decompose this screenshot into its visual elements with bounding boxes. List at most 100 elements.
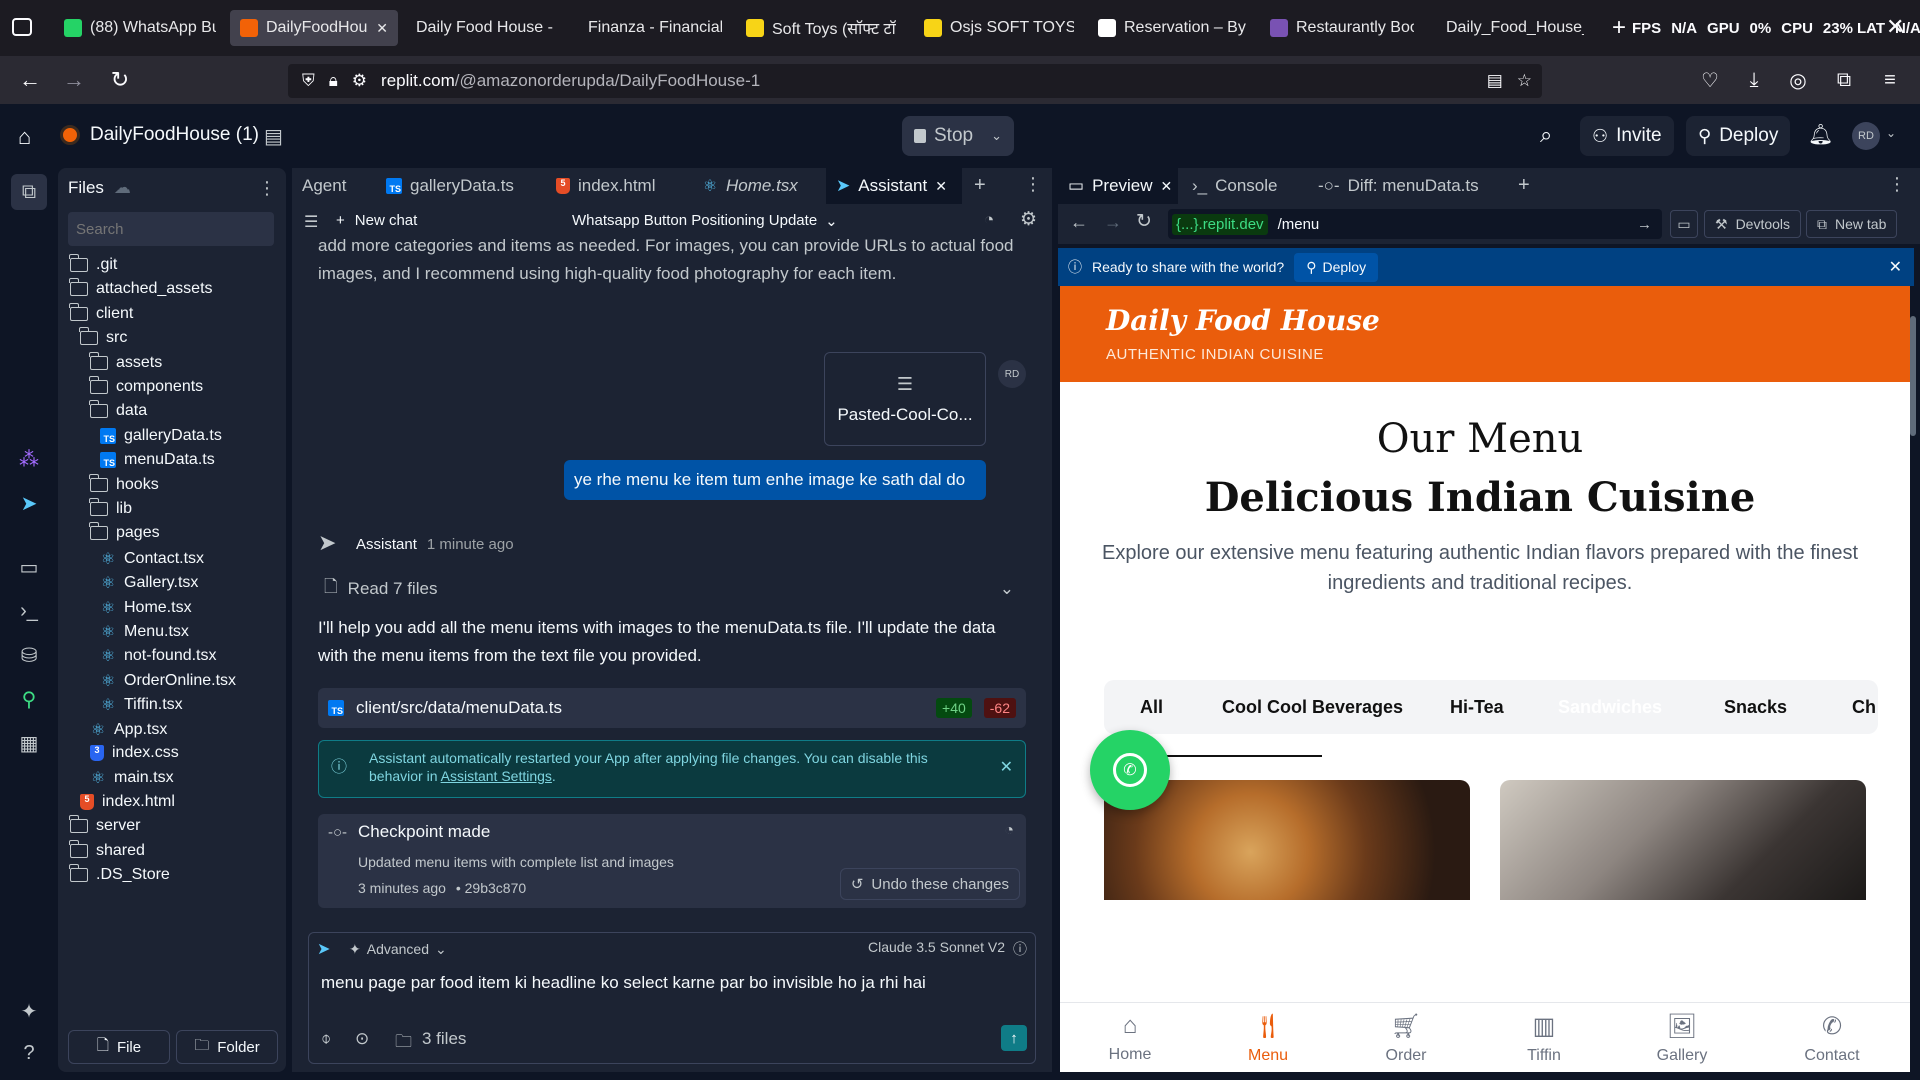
- send-button[interactable]: ↑: [1001, 1025, 1027, 1051]
- attachment-card[interactable]: ☰ Pasted-Cool-Co...: [824, 352, 986, 446]
- category-sandwiches[interactable]: Sandwiches: [1558, 682, 1662, 732]
- browser-tab[interactable]: DailyFoodHouse ✕: [230, 10, 398, 46]
- pocket-icon[interactable]: ♡: [1690, 56, 1730, 104]
- file-tree-item[interactable]: pages: [89, 522, 160, 542]
- agent-icon[interactable]: ⁂: [16, 446, 42, 472]
- chevron-down-icon[interactable]: ⌄: [991, 128, 1002, 144]
- category-ch[interactable]: Ch: [1852, 682, 1876, 732]
- new-tab-button[interactable]: +: [1612, 14, 1626, 42]
- advanced-toggle[interactable]: ✦ Advanced ⌄: [349, 941, 447, 958]
- menu-item-image-1[interactable]: [1104, 780, 1470, 900]
- close-icon[interactable]: ✕: [1000, 759, 1013, 777]
- tab-console[interactable]: ›_ Console: [1182, 168, 1288, 204]
- deployments-icon[interactable]: ⚲: [16, 686, 42, 712]
- paperclip-icon[interactable]: ⌽: [321, 1029, 331, 1049]
- tab-diff[interactable]: -○- Diff: menuData.ts: [1308, 168, 1489, 204]
- close-icon[interactable]: ✕: [1161, 178, 1173, 195]
- tab-gallerydata[interactable]: TS galleryData.ts: [376, 168, 524, 204]
- file-tree-item[interactable]: assets: [89, 351, 162, 372]
- sparkle-icon[interactable]: ✦: [16, 998, 42, 1024]
- home-icon[interactable]: ⌂: [18, 124, 31, 150]
- add-tab-icon[interactable]: +: [974, 174, 986, 197]
- files-search-input[interactable]: [68, 212, 274, 246]
- reload-icon[interactable]: ↻: [100, 56, 140, 104]
- file-tree-item[interactable]: ⚛ Menu.tsx: [100, 622, 189, 642]
- tab-agent[interactable]: Agent: [292, 168, 372, 204]
- files-context-button[interactable]: 🗀 3 files: [395, 1029, 466, 1058]
- nav-order[interactable]: 🛒︎ Order: [1346, 1003, 1466, 1072]
- new-tab-button[interactable]: ⧉ New tab: [1806, 210, 1898, 238]
- speed-icon[interactable]: ◔: [984, 210, 994, 230]
- file-tree-item[interactable]: ⚛ Gallery.tsx: [100, 573, 199, 593]
- forward-icon[interactable]: →: [54, 56, 94, 104]
- nav-tiffin[interactable]: ▥ Tiffin: [1484, 1003, 1604, 1072]
- gear-icon[interactable]: ⚙: [1020, 208, 1037, 231]
- add-tab-icon[interactable]: +: [1518, 174, 1530, 197]
- file-tree-item[interactable]: ⚛ Home.tsx: [100, 598, 192, 618]
- file-change-card[interactable]: TS client/src/data/menuData.ts +40 -62: [318, 688, 1026, 728]
- webview-icon[interactable]: ▭: [16, 554, 42, 580]
- file-tree-item[interactable]: components: [89, 376, 203, 396]
- close-icon[interactable]: ✕: [376, 20, 388, 37]
- assistant-settings-link[interactable]: Assistant Settings: [441, 768, 552, 784]
- tab-index-html[interactable]: 5 index.html: [546, 168, 665, 204]
- stop-button[interactable]: Stop ⌄: [902, 116, 1014, 156]
- new-file-button[interactable]: 🗋 File: [68, 1030, 170, 1064]
- browser-tab[interactable]: Daily Food House - Be: [398, 10, 566, 46]
- tab-overview-icon[interactable]: [12, 18, 32, 36]
- nav-gallery[interactable]: 🖼︎ Gallery: [1622, 1003, 1742, 1072]
- browser-tab[interactable]: Reservation – Byb: [1088, 10, 1256, 46]
- file-tree-item[interactable]: .git: [69, 254, 117, 274]
- preview-url-field[interactable]: {...}.replit.dev/menu →: [1168, 209, 1662, 239]
- nav-contact[interactable]: ✆ Contact: [1772, 1003, 1892, 1072]
- file-tree-item[interactable]: TS menuData.ts: [100, 451, 215, 469]
- model-selector[interactable]: Claude 3.5 Sonnet V2 ⓘ: [868, 939, 1027, 959]
- file-tree-item[interactable]: src: [79, 327, 127, 347]
- browser-tab[interactable]: (88) WhatsApp Bu: [54, 10, 226, 46]
- file-tree-item[interactable]: .DS_Store: [69, 864, 170, 884]
- reader-view-icon[interactable]: ▤: [1487, 71, 1503, 91]
- browser-tab[interactable]: Osjs SOFT TOYS L: [914, 10, 1084, 46]
- file-tree-item[interactable]: ⚛ Contact.tsx: [100, 549, 204, 569]
- all-tools-icon[interactable]: ▦: [16, 730, 42, 756]
- bell-icon[interactable]: 🔔︎: [1808, 122, 1833, 147]
- extensions-icon[interactable]: ⧉: [1824, 56, 1864, 104]
- undo-changes-button[interactable]: ↺ Undo these changes: [839, 868, 1020, 900]
- file-tree-item[interactable]: server: [69, 815, 140, 835]
- close-icon[interactable]: ✕: [1889, 257, 1902, 277]
- tab-preview[interactable]: ▭ Preview ✕: [1058, 168, 1178, 204]
- browser-tab[interactable]: Restaurantly Boot: [1260, 10, 1424, 46]
- file-tree-item[interactable]: TS galleryData.ts: [100, 427, 222, 445]
- bookmark-star-icon[interactable]: ☆: [1517, 71, 1532, 91]
- address-bar[interactable]: ⛨ 🔒︎ ⚙ replit.com/@amazonorderupda/Daily…: [288, 64, 1542, 98]
- user-avatar[interactable]: RD: [1852, 122, 1880, 150]
- device-icon[interactable]: ▭: [1670, 210, 1698, 238]
- file-tree-item[interactable]: ⚛ Tiffin.tsx: [100, 695, 183, 715]
- browser-tab[interactable]: Soft Toys (सॉफ्ट टॉ: [736, 10, 908, 46]
- new-chat-button[interactable]: + New chat: [336, 212, 417, 229]
- tab-menu-icon[interactable]: ⋮: [1024, 174, 1042, 195]
- file-tree-item[interactable]: ⚛ OrderOnline.tsx: [100, 671, 236, 691]
- files-toggle-icon[interactable]: ⧉: [11, 174, 47, 210]
- close-icon[interactable]: ✕: [935, 178, 947, 195]
- tab-assistant[interactable]: ➤ Assistant ✕: [826, 168, 962, 204]
- site-brand[interactable]: Daily Food House: [1106, 304, 1380, 337]
- tab-menu-icon[interactable]: ⋮: [1888, 174, 1906, 195]
- speed-icon[interactable]: ◔: [1004, 822, 1014, 840]
- chat-input[interactable]: menu page par food item ki headline ko s…: [321, 973, 1021, 993]
- category-snacks[interactable]: Snacks: [1724, 682, 1787, 732]
- file-tree-item[interactable]: ⚛ not-found.tsx: [100, 646, 217, 666]
- target-icon[interactable]: ⊙: [355, 1029, 369, 1049]
- file-tree-item[interactable]: client: [69, 302, 133, 323]
- reload-icon[interactable]: ↻: [1136, 210, 1152, 233]
- whatsapp-button[interactable]: ✆: [1090, 730, 1170, 810]
- invite-button[interactable]: ⚇ Invite: [1580, 116, 1674, 156]
- tab-home-tsx[interactable]: ⚛ Home.tsx: [692, 168, 808, 204]
- category-all[interactable]: All: [1140, 682, 1163, 732]
- deploy-button[interactable]: ⚲ Deploy: [1686, 116, 1791, 156]
- go-arrow-icon[interactable]: →: [1637, 216, 1652, 233]
- file-tree-item[interactable]: ⚛ main.tsx: [90, 768, 174, 788]
- chevron-down-icon[interactable]: ⌄: [1886, 126, 1896, 140]
- read-files-row[interactable]: 🗋 Read 7 files ⌄: [324, 574, 1014, 603]
- menu-item-image-2[interactable]: [1500, 780, 1866, 900]
